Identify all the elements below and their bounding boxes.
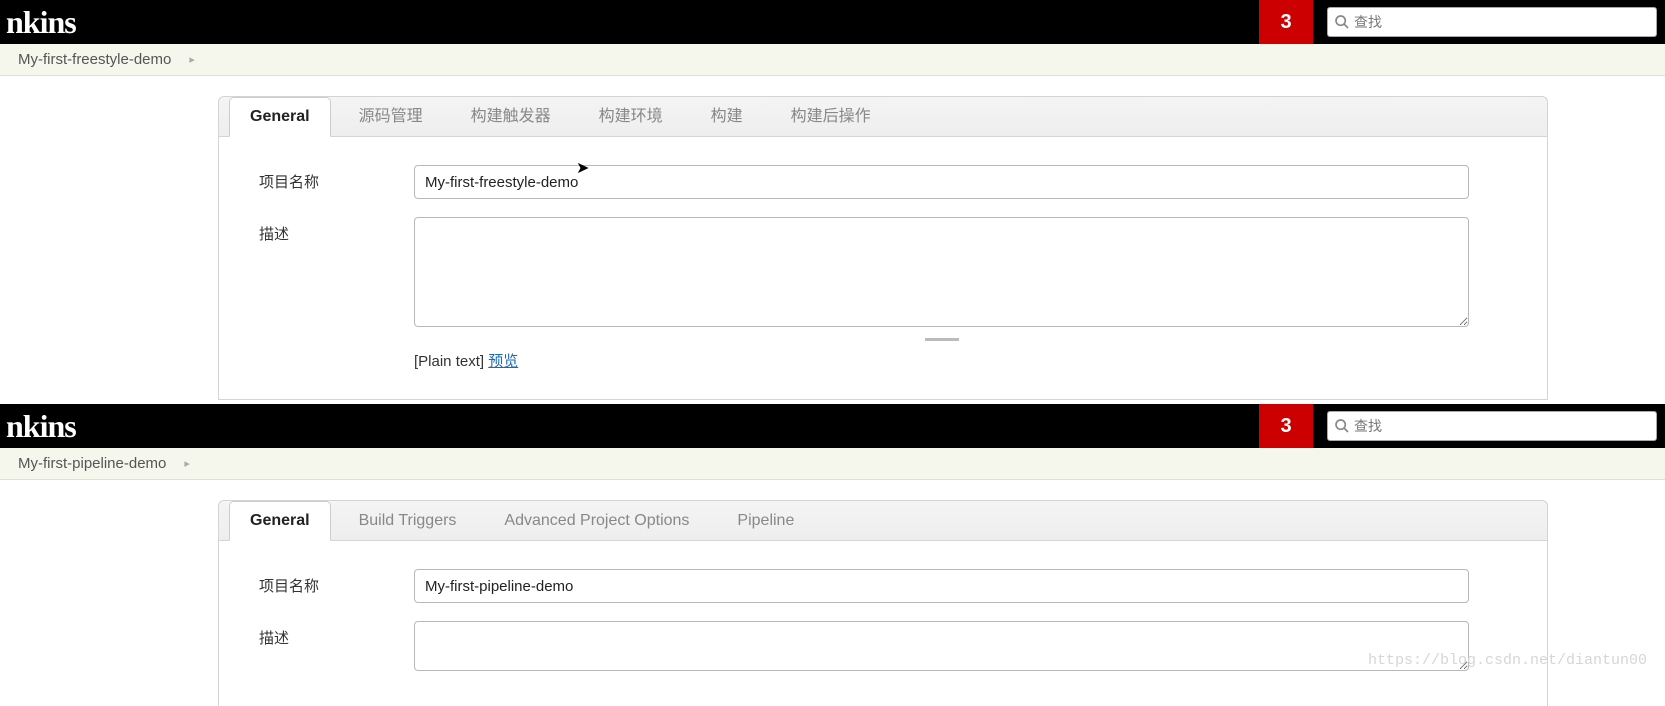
tab-scm[interactable]: 源码管理 xyxy=(339,92,443,136)
config-panel: 项目名称 描述 xyxy=(218,540,1548,706)
section-freestyle: nkins 3 My-first-freestyle-demo ▸ Genera… xyxy=(0,0,1665,400)
content-area: General 源码管理 构建触发器 构建环境 构建 构建后操作 项目名称 描述 xyxy=(0,76,1665,400)
tabs-bar: General 源码管理 构建触发器 构建环境 构建 构建后操作 xyxy=(218,96,1548,136)
breadcrumb-item[interactable]: My-first-pipeline-demo xyxy=(18,455,166,472)
logo: nkins xyxy=(6,4,76,41)
search-input[interactable] xyxy=(1354,418,1650,434)
row-project-name: 项目名称 xyxy=(259,165,1507,199)
search-icon xyxy=(1334,14,1350,30)
search-input[interactable] xyxy=(1354,14,1650,30)
project-name-input[interactable] xyxy=(414,569,1469,603)
row-project-name: 项目名称 xyxy=(259,569,1507,603)
tab-build-triggers[interactable]: Build Triggers xyxy=(339,502,477,540)
tab-post-build[interactable]: 构建后操作 xyxy=(771,92,891,136)
breadcrumb-bar: My-first-pipeline-demo ▸ xyxy=(0,448,1665,480)
row-description: 描述 [Plain text] 预览 xyxy=(259,217,1507,371)
notification-badge[interactable]: 3 xyxy=(1259,404,1313,448)
tab-build-env[interactable]: 构建环境 xyxy=(579,92,683,136)
breadcrumb-item[interactable]: My-first-freestyle-demo xyxy=(18,51,171,68)
project-name-label: 项目名称 xyxy=(259,165,414,192)
config-panel: 项目名称 描述 [Plain text] 预览 xyxy=(218,136,1548,400)
tab-pipeline[interactable]: Pipeline xyxy=(717,502,814,540)
format-text: [Plain text] xyxy=(414,353,488,370)
search-box[interactable] xyxy=(1327,411,1657,441)
tab-general[interactable]: General xyxy=(229,97,331,137)
header-bar: nkins 3 xyxy=(0,404,1665,448)
section-pipeline: nkins 3 My-first-pipeline-demo ▸ General… xyxy=(0,404,1665,706)
logo: nkins xyxy=(6,408,76,445)
project-name-label: 项目名称 xyxy=(259,569,414,596)
notification-badge[interactable]: 3 xyxy=(1259,0,1313,44)
description-textarea[interactable] xyxy=(414,217,1469,327)
tab-advanced-options[interactable]: Advanced Project Options xyxy=(484,502,709,540)
row-description: 描述 xyxy=(259,621,1507,676)
chevron-right-icon: ▸ xyxy=(184,457,190,470)
format-hint: [Plain text] 预览 xyxy=(414,350,1507,371)
header-bar: nkins 3 xyxy=(0,0,1665,44)
preview-link[interactable]: 预览 xyxy=(488,353,518,370)
tabs-bar: General Build Triggers Advanced Project … xyxy=(218,500,1548,540)
tab-build[interactable]: 构建 xyxy=(691,92,763,136)
breadcrumb-bar: My-first-freestyle-demo ▸ xyxy=(0,44,1665,76)
content-area: General Build Triggers Advanced Project … xyxy=(0,480,1665,706)
description-label: 描述 xyxy=(259,621,414,648)
chevron-right-icon: ▸ xyxy=(189,53,195,66)
search-box[interactable] xyxy=(1327,7,1657,37)
tab-general[interactable]: General xyxy=(229,501,331,541)
tab-build-triggers[interactable]: 构建触发器 xyxy=(451,92,571,136)
resize-handle[interactable] xyxy=(414,328,1469,346)
description-textarea[interactable] xyxy=(414,621,1469,671)
header-right: 3 xyxy=(1259,404,1665,448)
header-right: 3 xyxy=(1259,0,1665,44)
description-label: 描述 xyxy=(259,217,414,244)
search-icon xyxy=(1334,418,1350,434)
project-name-input[interactable] xyxy=(414,165,1469,199)
